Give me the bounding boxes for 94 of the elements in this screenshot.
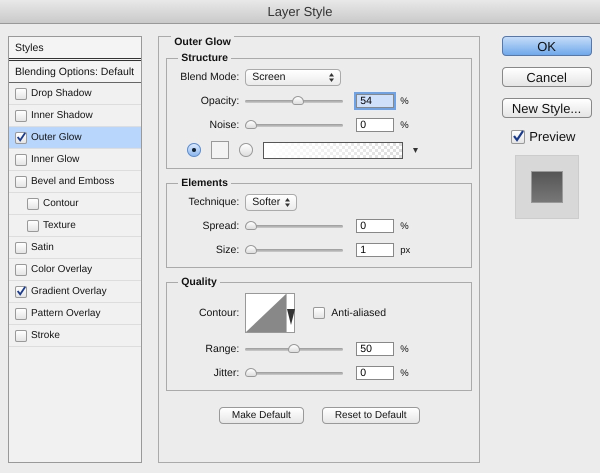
unit-label: px [400,244,410,256]
field-label: Spread: [201,220,240,232]
style-label: Color Overlay [31,264,92,275]
dialog-button[interactable]: New Style... [502,98,592,118]
unit-label: % [400,344,409,354]
checkbox-label: Preview [529,129,576,144]
slider-thumb[interactable] [245,368,258,377]
style-item[interactable]: Contour [9,193,142,215]
style-item[interactable]: Gradient Overlay [9,281,142,303]
contour-picker[interactable] [245,293,296,333]
stepper-icon [329,72,334,82]
panel-title: Outer Glow [171,36,234,48]
dropdown[interactable]: Screen [245,68,342,86]
slider-thumb[interactable] [245,221,258,230]
style-item[interactable]: Drop Shadow [9,83,142,105]
checkbox[interactable] [15,132,27,144]
unit-label: % [400,120,409,130]
dialog-button[interactable]: OK [502,36,592,56]
field-label: Technique: [187,196,240,208]
window-title: Layer Style [267,4,333,19]
checkbox[interactable] [15,308,27,320]
style-label: Drop Shadow [31,88,92,99]
style-label: Contour [43,198,79,209]
number-field[interactable]: 1 [356,243,394,257]
field-label: Opacity: [200,95,240,107]
style-item[interactable]: Bevel and Emboss [9,171,142,193]
style-label: Gradient Overlay [31,286,107,297]
style-label: Texture [43,220,76,231]
field-label: Blend Mode: [179,71,240,83]
checkbox[interactable] [15,264,27,276]
style-item[interactable]: Pattern Overlay [9,303,142,325]
checkbox[interactable] [15,88,27,100]
group-title: Elements [180,177,229,189]
radio-button[interactable] [239,143,254,157]
field-label: Range: [204,343,240,355]
stepper-icon [285,198,290,206]
panel-button[interactable]: Reset to Default [322,407,420,424]
number-field[interactable]: 54 [356,94,394,108]
number-field[interactable]: 0 [356,118,394,132]
style-item[interactable]: Stroke [9,325,142,347]
number-field[interactable]: 0 [356,366,394,380]
dropdown[interactable]: Softer [245,194,298,210]
slider[interactable] [245,221,344,231]
caret-icon[interactable] [413,148,418,152]
slider-thumb[interactable] [245,120,258,129]
style-label: Outer Glow [31,132,82,143]
slider[interactable] [245,245,344,255]
field-label: Jitter: [212,367,240,379]
checkbox[interactable] [15,330,27,342]
unit-label: % [400,96,409,106]
slider[interactable] [245,96,344,106]
checkbox[interactable] [15,154,27,166]
style-item[interactable]: Outer Glow [9,127,142,149]
checkbox[interactable] [27,198,39,210]
checkbox[interactable] [15,176,27,188]
field-label: Contour: [198,307,240,319]
slider-thumb[interactable] [245,245,258,254]
style-item[interactable]: Texture [9,215,142,237]
style-label: Pattern Overlay [31,308,100,319]
unit-label: % [400,368,409,378]
checkbox[interactable] [15,286,27,298]
slider[interactable] [245,368,344,378]
unit-label: % [400,220,409,232]
style-label: Satin [31,242,54,253]
style-preview [514,155,579,219]
checkbox-label: Anti-aliased [331,307,386,319]
checkbox[interactable] [511,130,526,144]
field-label: Size: [214,244,240,256]
style-item[interactable]: Inner Glow [9,149,142,171]
dialog-button[interactable]: Cancel [502,67,592,87]
checkbox[interactable] [313,307,326,319]
group-title: Quality [180,276,218,288]
group-title: Structure [180,52,229,64]
field-label: Noise: [208,119,240,131]
style-label: Inner Glow [31,154,80,165]
slider-thumb[interactable] [288,344,300,353]
number-field[interactable]: 50 [356,342,394,356]
number-field[interactable]: 0 [356,219,394,233]
style-label: Inner Shadow [31,110,93,121]
checkbox[interactable] [15,110,27,122]
slider[interactable] [245,344,344,354]
list-heading: Styles [15,42,44,54]
radio-button[interactable] [187,143,202,157]
slider-thumb[interactable] [292,96,304,105]
style-item[interactable]: Color Overlay [9,259,142,281]
gradient-picker[interactable] [263,142,404,158]
checkbox[interactable] [27,220,39,232]
color-swatch[interactable] [211,141,230,159]
checkbox[interactable] [15,242,27,254]
panel-button[interactable]: Make Default [218,407,304,424]
slider[interactable] [245,120,344,130]
style-label: Bevel and Emboss [31,176,114,187]
style-item[interactable]: Satin [9,237,142,259]
style-label: Stroke [31,330,60,341]
